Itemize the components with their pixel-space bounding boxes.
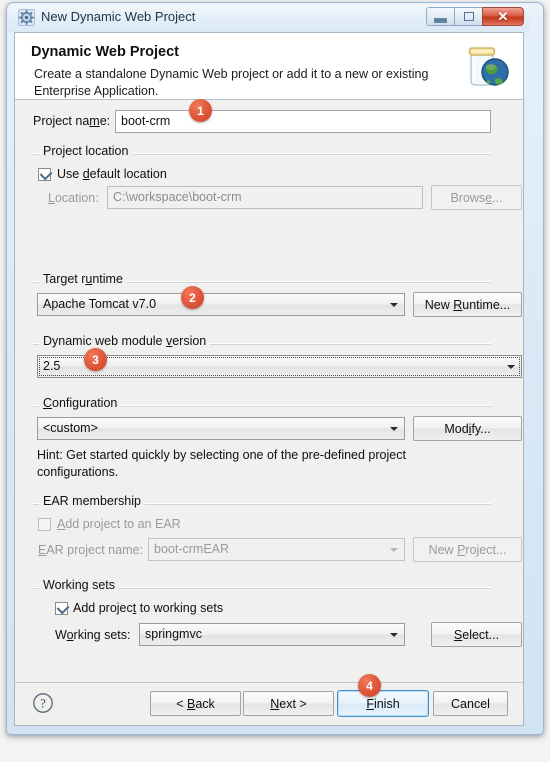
finish-label: Finish [366, 696, 400, 711]
marker-1: 1 [189, 99, 212, 122]
maximize-icon [463, 12, 474, 21]
add-project-to-ear-checkbox: Add project to an EAR [38, 517, 181, 531]
modify-label: Modify... [444, 421, 491, 436]
target-runtime-legend: Target runtime [39, 272, 127, 286]
configuration-group: Configuration <custom> Modify... Hint: G… [33, 396, 522, 479]
select-button[interactable]: Select... [431, 622, 522, 647]
ear-project-name-combo: boot-crmEAR [148, 538, 405, 561]
dialog-banner: Dynamic Web Project Create a standalone … [15, 33, 523, 100]
window-controls: ✕ [426, 7, 524, 26]
new-project-label: New Project... [428, 542, 507, 557]
gear-icon [18, 9, 35, 26]
working-sets-value: springmvc [145, 627, 202, 641]
working-sets-label: Working sets: [55, 628, 131, 642]
minimize-icon [434, 17, 447, 23]
add-project-to-working-sets-checkbox[interactable]: Add project to working sets [55, 601, 223, 615]
target-runtime-combo[interactable]: Apache Tomcat v7.0 [37, 293, 405, 316]
chevron-down-icon [390, 303, 398, 307]
modify-button[interactable]: Modify... [413, 416, 522, 441]
marker-2: 2 [181, 286, 204, 309]
svg-text:?: ? [40, 696, 46, 710]
dialog-button-bar: ? < Back Next > Finish Cancel [15, 682, 523, 725]
working-sets-group: Working sets Add project to working sets… [33, 578, 522, 647]
finish-button[interactable]: Finish [337, 690, 429, 717]
web-project-jar-globe-icon [457, 39, 513, 95]
next-label: Next > [270, 696, 307, 711]
browse-label: Browse... [450, 190, 503, 205]
maximize-button[interactable] [454, 7, 482, 26]
configuration-hint: Hint: Get started quickly by selecting o… [37, 448, 406, 479]
page-description: Create a standalone Dynamic Web project … [34, 67, 429, 98]
project-name-value: boot-crm [121, 114, 171, 128]
location-value: C:\workspace\boot-crm [113, 190, 242, 204]
window-title: New Dynamic Web Project [41, 9, 196, 24]
module-version-combo[interactable]: 2.5 [37, 355, 522, 378]
chevron-down-icon [390, 548, 398, 552]
dialog-content: Project name: boot-crm 1 Project locatio… [15, 99, 523, 684]
module-version-legend: Dynamic web module version [39, 334, 211, 348]
select-label: Select... [453, 627, 500, 642]
chevron-down-icon [390, 633, 398, 637]
add-project-to-ear-label: Add project to an EAR [57, 517, 181, 531]
project-name-label: Project name: [33, 114, 111, 128]
location-input: C:\workspace\boot-crm [107, 186, 423, 209]
module-version-value: 2.5 [43, 359, 61, 373]
marker-3: 3 [84, 348, 107, 371]
close-button[interactable]: ✕ [482, 7, 524, 26]
working-sets-legend: Working sets [39, 578, 120, 592]
ear-project-name-label: EAR project name: [38, 543, 143, 557]
checkbox-box [38, 167, 53, 181]
new-runtime-button[interactable]: New Runtime... [413, 292, 522, 317]
minimize-button[interactable] [426, 7, 454, 26]
check-icon [56, 601, 70, 614]
close-icon: ✕ [497, 9, 509, 24]
check-icon [39, 167, 53, 180]
chevron-down-icon [507, 365, 515, 369]
add-project-to-working-sets-label: Add project to working sets [73, 601, 224, 615]
checkbox-box [55, 601, 70, 615]
project-name-input[interactable]: boot-crm [115, 110, 491, 133]
use-default-location-label: Use default location [57, 167, 167, 181]
cancel-label: Cancel [451, 696, 490, 711]
project-name-row: Project name: [33, 114, 110, 128]
configuration-value: <custom> [43, 421, 98, 435]
target-runtime-group: Target runtime Apache Tomcat v7.0 New Ru… [33, 272, 522, 317]
new-project-button: New Project... [413, 537, 522, 562]
browse-button: Browse... [431, 185, 522, 210]
configuration-legend: Configuration [39, 396, 122, 410]
back-label: < Back [176, 696, 215, 711]
ear-membership-group: EAR membership Add project to an EAR EAR… [33, 494, 522, 562]
page-title: Dynamic Web Project [31, 44, 180, 60]
marker-4: 4 [358, 674, 381, 697]
cancel-button[interactable]: Cancel [433, 691, 508, 716]
back-button[interactable]: < Back [150, 691, 241, 716]
project-location-group: Project location Use default location Lo… [33, 144, 522, 210]
project-location-legend: Project location [39, 144, 133, 158]
title-bar[interactable]: New Dynamic Web Project ✕ [8, 4, 530, 32]
new-dynamic-web-project-dialog: Dynamic Web Project Create a standalone … [14, 32, 524, 726]
new-runtime-label: New Runtime... [424, 297, 511, 312]
question-mark-icon[interactable]: ? [32, 692, 54, 714]
location-label: Location: [48, 191, 99, 205]
chevron-down-icon [390, 427, 398, 431]
ear-project-name-value: boot-crmEAR [154, 542, 230, 556]
checkbox-box [38, 517, 51, 531]
target-runtime-value: Apache Tomcat v7.0 [43, 297, 157, 311]
working-sets-combo[interactable]: springmvc [139, 623, 405, 646]
configuration-combo[interactable]: <custom> [37, 417, 405, 440]
use-default-location-checkbox[interactable]: Use default location [38, 167, 167, 181]
ear-membership-legend: EAR membership [39, 494, 145, 508]
next-button[interactable]: Next > [243, 691, 334, 716]
